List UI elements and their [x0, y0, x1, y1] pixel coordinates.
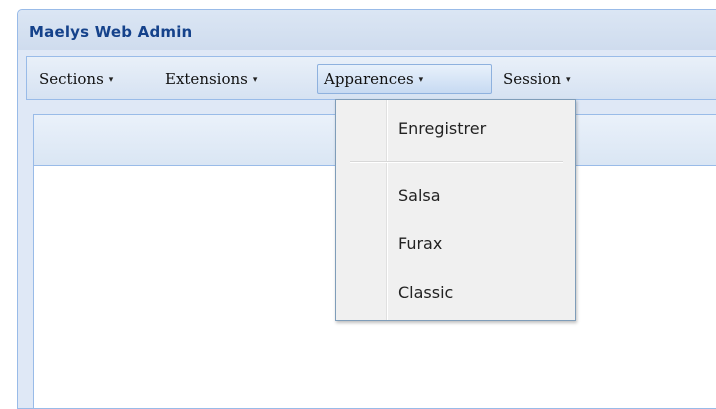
menu-apparences-label: Apparences	[324, 70, 414, 88]
menu-item-classic[interactable]: Classic	[398, 283, 453, 302]
window-title: Maelys Web Admin	[29, 23, 193, 41]
menu-session[interactable]: Session ▾	[497, 64, 577, 94]
menu-sections-label: Sections	[39, 70, 104, 88]
menu-apparences[interactable]: Apparences ▾	[317, 64, 492, 94]
menu-sections[interactable]: Sections ▾	[33, 64, 119, 94]
chevron-down-icon: ▾	[566, 75, 571, 85]
menu-session-label: Session	[503, 70, 562, 88]
menu-item-furax[interactable]: Furax	[398, 234, 442, 253]
menu-extensions-label: Extensions	[165, 70, 248, 88]
chevron-down-icon: ▾	[108, 75, 114, 85]
chevron-down-icon: ▾	[252, 75, 258, 85]
apparences-dropdown-menu: Enregistrer Salsa Furax Classic	[335, 99, 576, 321]
menu-extensions[interactable]: Extensions ▾	[159, 64, 263, 94]
window-header: Maelys Web Admin	[18, 10, 716, 50]
menu-item-enregistrer[interactable]: Enregistrer	[398, 119, 486, 138]
chevron-down-icon: ▾	[418, 75, 424, 85]
menu-separator	[350, 161, 563, 163]
menu-item-salsa[interactable]: Salsa	[398, 186, 441, 205]
menu-icon-gutter	[336, 100, 388, 320]
menubar: Sections ▾ Extensions ▾ Apparences ▾ Sessio…	[26, 56, 716, 100]
